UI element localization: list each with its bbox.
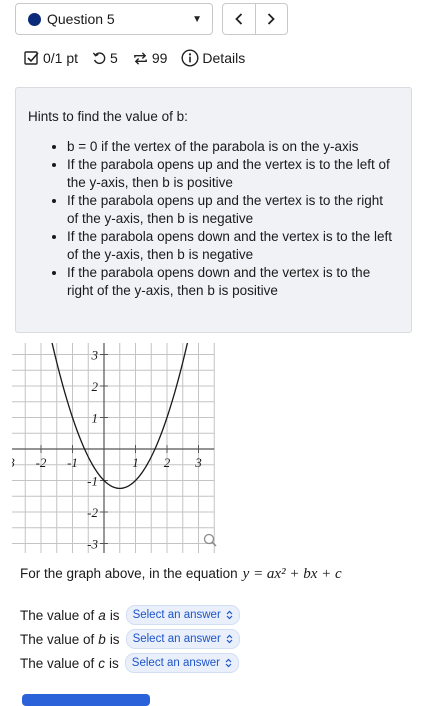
submissions-count: 99 [151,50,168,66]
x-tick-label: 1 [132,455,139,470]
answer-suffix: is [109,607,120,623]
submit-button[interactable] [22,694,150,706]
y-tick-label: -1 [87,474,98,489]
hint-item: If the parabola opens up and the vertex … [67,156,397,192]
y-tick-label: 2 [92,379,99,394]
score-text: 0/1 pt [43,50,79,66]
next-question-button[interactable] [254,4,288,34]
x-tick-label: 3 [194,455,202,470]
hint-item: If the parabola opens down and the verte… [67,264,397,300]
retry-icon [92,51,106,64]
answer-suffix: is [109,631,120,647]
answer-prefix: The value of [20,655,95,671]
answer-prefix: The value of [20,607,95,623]
updown-chevron-icon [226,634,233,644]
variable-name: b [98,631,106,647]
x-tick-label: -2 [36,455,47,470]
chevron-right-icon [268,13,276,25]
answer-row-b: The value of b is Select an answer [20,629,240,649]
question-prompt: For the graph above, in the equation y =… [20,566,342,583]
axes [12,343,215,553]
x-tick-label: -1 [67,455,78,470]
y-tick-label: 3 [91,348,99,363]
question-label: Question 5 [47,11,115,27]
answer-row-c: The value of c is Select an answer [20,653,240,673]
chevron-left-icon [234,13,242,25]
hints-list: b = 0 if the vertex of the parabola is o… [28,138,397,300]
answer-prefix: The value of [20,631,95,647]
updown-chevron-icon [226,610,233,620]
question-status-dot [28,12,41,26]
select-placeholder: Select an answer [132,633,221,645]
variable-name: c [98,655,106,671]
equation: y = ax² + bx + c [242,566,342,582]
select-b-dropdown[interactable]: Select an answer [125,629,240,649]
prompt-text: For the graph above, in the equation [20,566,238,581]
y-tick-label: -3 [87,537,98,552]
details-link[interactable]: Details [202,50,245,66]
select-a-dropdown[interactable]: Select an answer [125,605,240,625]
grid-lines [12,343,215,553]
question-meta: 0/1 pt 5 99 Details [24,48,245,68]
select-c-dropdown[interactable]: Select an answer [124,653,240,673]
select-placeholder: Select an answer [131,657,221,669]
hints-title: Hints to find the value of b: [28,109,188,124]
y-tick-label: 1 [92,411,99,426]
dropdown-caret-icon: ▼ [192,13,202,25]
hints-panel: Hints to find the value of b: b = 0 if t… [15,87,412,333]
x-tick-label: -3 [12,455,15,470]
question-nav [222,3,288,35]
info-icon[interactable] [181,49,199,67]
variable-name: a [98,607,106,623]
answer-suffix: is [109,655,119,671]
question-selector[interactable]: Question 5 ▼ [15,3,213,35]
y-tick-label: -2 [87,505,98,520]
updown-chevron-icon [225,658,232,668]
hint-item: b = 0 if the vertex of the parabola is o… [67,138,397,156]
x-tick-label: 2 [164,455,171,470]
retries-count: 5 [110,50,118,66]
parabola-graph: -3 -2 -1 1 2 3 3 2 1 -1 -2 -3 [12,343,217,553]
hint-item: If the parabola opens down and the verte… [67,228,397,264]
select-placeholder: Select an answer [132,609,221,621]
prev-question-button[interactable] [223,4,255,34]
submissions-icon [134,51,147,65]
answer-row-a: The value of a is Select an answer [20,605,240,625]
hint-item: If the parabola opens up and the vertex … [67,192,397,228]
checkbox-score-icon [24,51,39,65]
